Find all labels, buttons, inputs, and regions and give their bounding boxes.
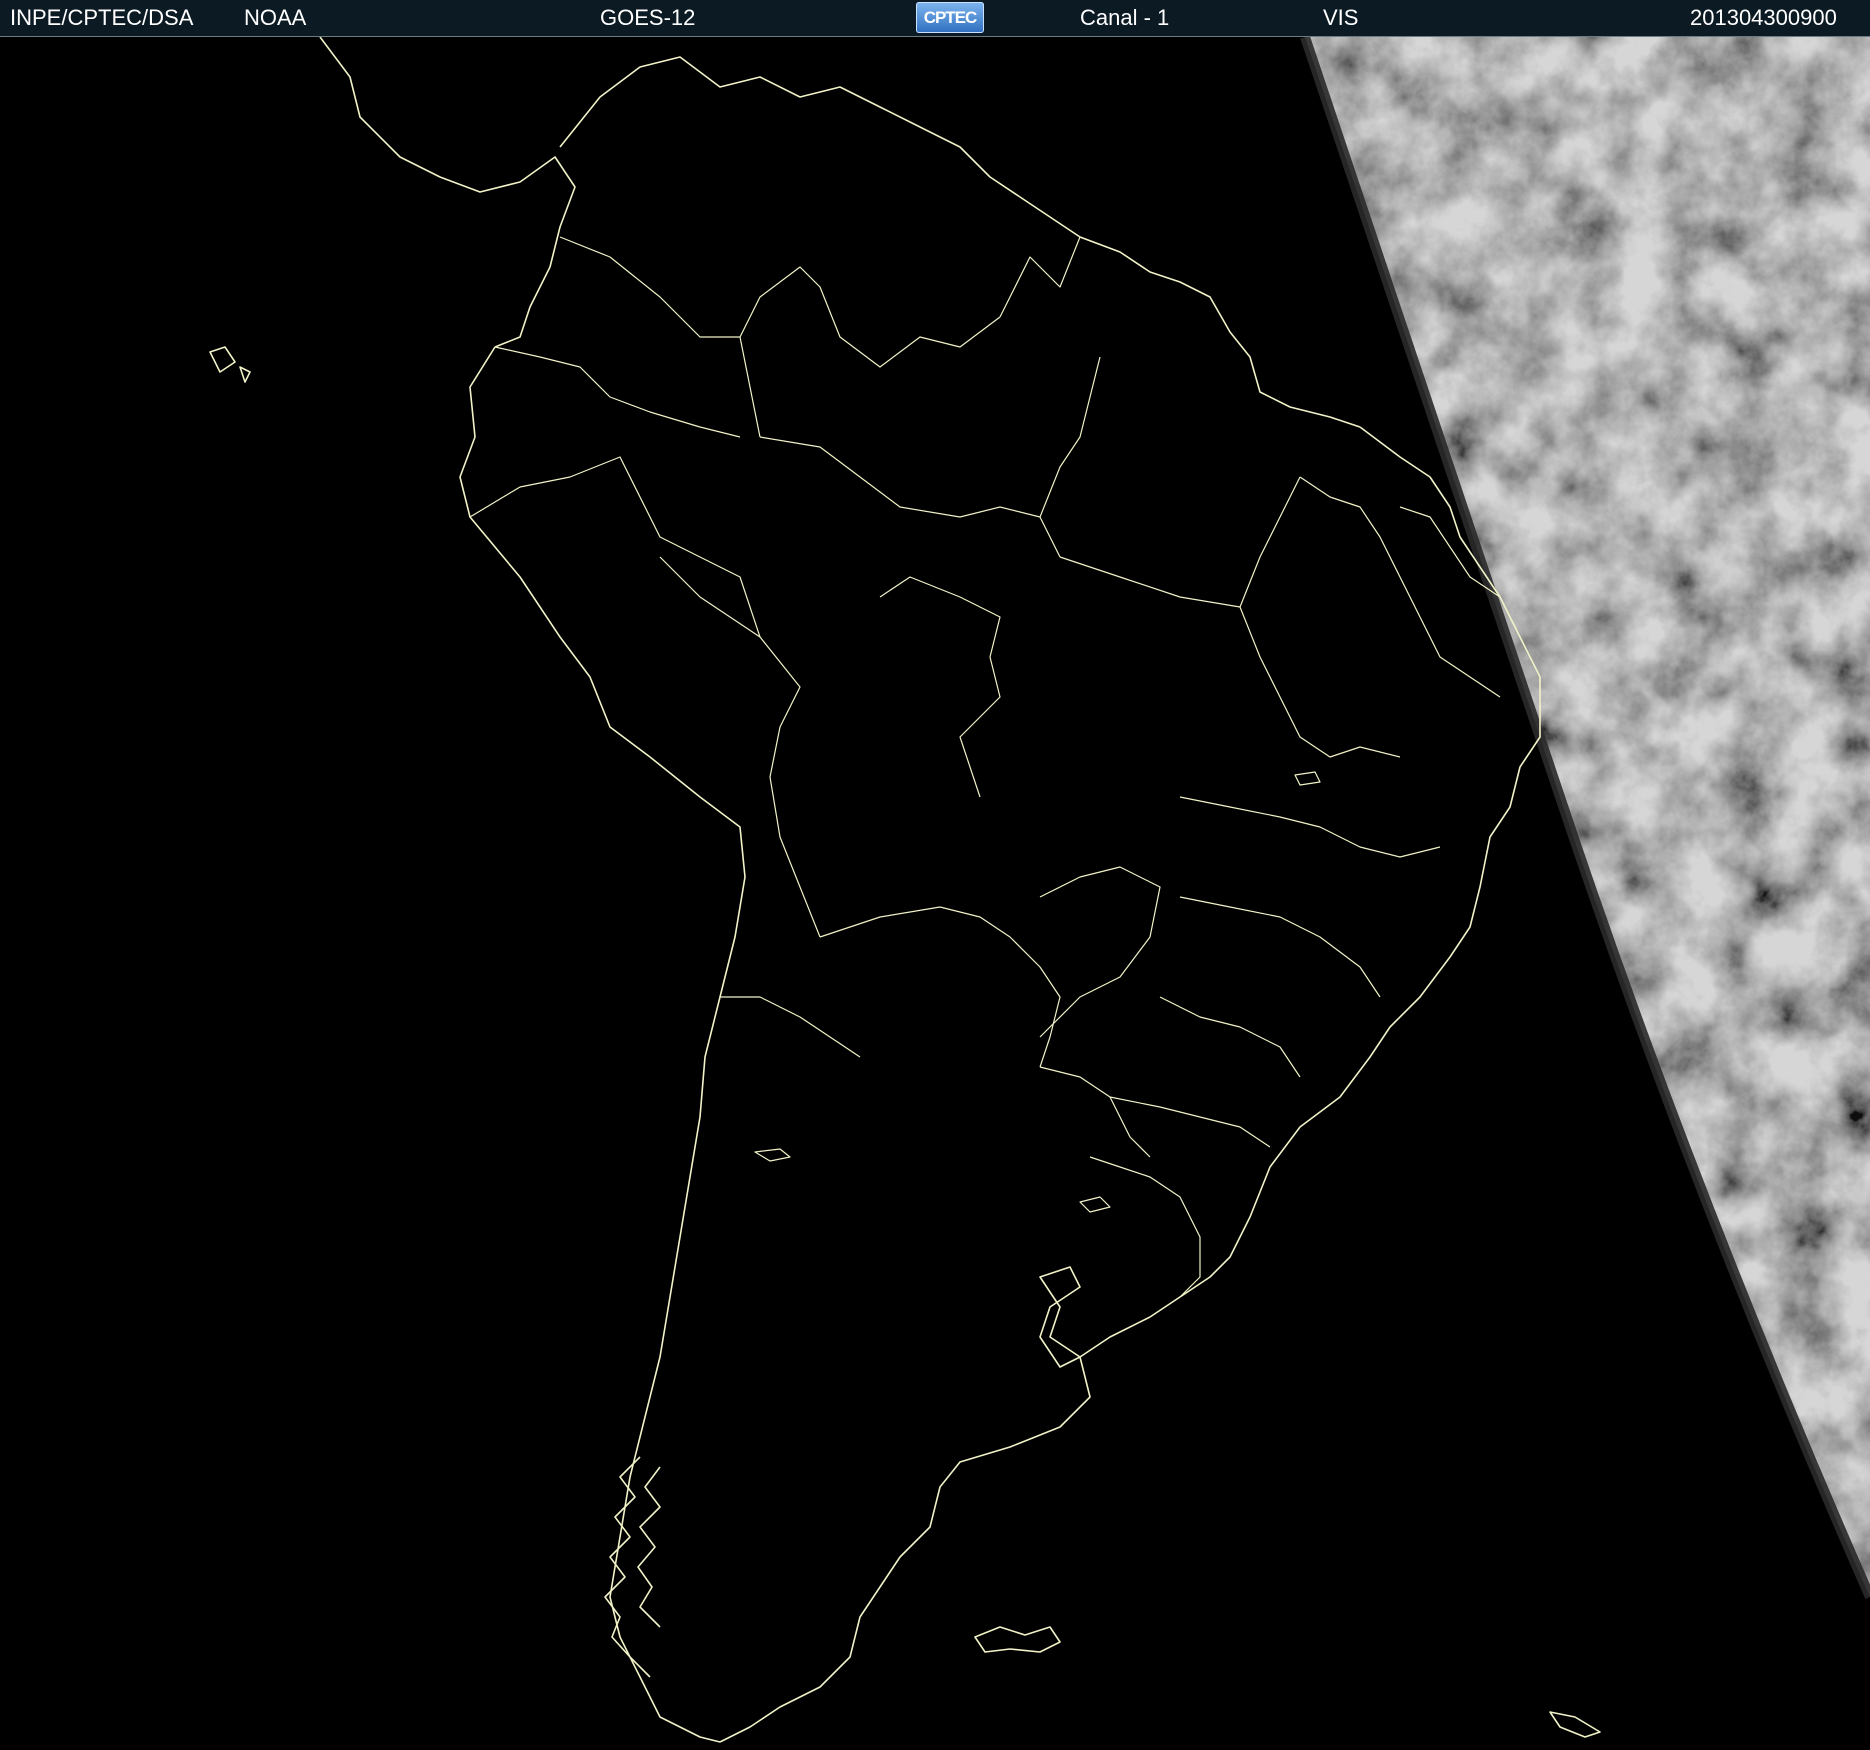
- border-bolivia-argentina: [819, 906, 1061, 1068]
- state-border-tocantins: [1299, 476, 1421, 618]
- central-america-coast: [319, 37, 576, 348]
- timestamp-label: 201304300900: [1690, 5, 1837, 30]
- state-border-bahia: [1419, 616, 1501, 698]
- border-colombia-ecuador: [494, 346, 741, 438]
- chile-fjords-inner: [637, 1466, 661, 1628]
- channel-label: Canal - 1: [1080, 5, 1170, 30]
- state-border-amazonas: [759, 436, 1061, 558]
- state-border-minas: [1179, 796, 1441, 858]
- border-bolivia-brazil: [879, 576, 1001, 798]
- border-peru: [469, 456, 761, 638]
- image-header: INPE/CPTEC/DSA NOAA GOES-12 CPTEC Canal …: [0, 0, 1870, 37]
- provider-label: NOAA: [244, 5, 307, 30]
- border-paraguay: [1039, 866, 1161, 1038]
- cptec-logo: CPTEC: [916, 2, 984, 33]
- border-colombia-venezuela: [559, 236, 761, 438]
- band-label: VIS: [1323, 5, 1359, 30]
- border-argentina-brazil: [1039, 1066, 1151, 1158]
- southeast-coast: [719, 1266, 1151, 1743]
- border-peru-bolivia: [659, 556, 821, 938]
- south-georgia: [1549, 1711, 1601, 1738]
- state-border-sao-paulo: [1179, 896, 1381, 998]
- satellite-map-svg: [209, 37, 1870, 1743]
- political-borders: [469, 236, 1501, 1298]
- pacific-coast: [459, 346, 746, 1743]
- border-uruguay: [1089, 1156, 1201, 1298]
- brasilia-district: [1294, 771, 1321, 786]
- lake-outline: [754, 1148, 791, 1162]
- galapagos-islands: [209, 346, 251, 383]
- border-chile-argentina-north: [720, 996, 861, 1058]
- state-border-parana: [1159, 996, 1301, 1078]
- agency-label: INPE/CPTEC/DSA: [10, 5, 194, 30]
- satellite-image: [0, 37, 1870, 1750]
- cloud-field: [1305, 37, 1870, 1597]
- state-border-para: [1039, 356, 1101, 518]
- satellite-label: GOES-12: [600, 5, 696, 30]
- lagoa-dos-patos: [1079, 1196, 1111, 1213]
- state-border-santa-catarina: [1109, 1096, 1271, 1148]
- border-guianas: [999, 236, 1121, 318]
- north-coast: [559, 56, 1361, 428]
- falkland-islands: [974, 1626, 1061, 1653]
- border-venezuela-brazil: [739, 266, 1001, 368]
- state-border-goias: [1239, 606, 1401, 758]
- state-border-mato-grosso: [1059, 476, 1301, 608]
